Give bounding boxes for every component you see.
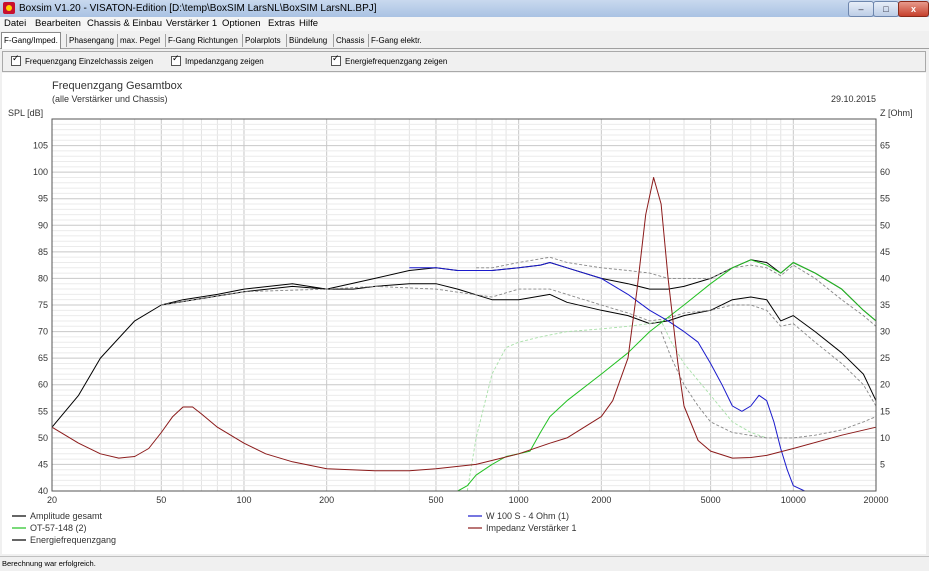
options-bar: Frequenzgang Einzelchassis zeigen Impeda… bbox=[2, 51, 926, 72]
status-text: Berechnung war erfolgreich. bbox=[2, 559, 96, 568]
legend-label: OT-57-148 (2) bbox=[30, 523, 87, 533]
close-button[interactable]: x bbox=[898, 1, 929, 17]
y-tick-label: 70 bbox=[38, 327, 48, 337]
chart-grid bbox=[51, 118, 877, 492]
x-tick-label: 20 bbox=[47, 495, 57, 505]
x-tick-label: 50 bbox=[156, 495, 166, 505]
tab-max-pegel[interactable]: max. Pegel bbox=[117, 34, 162, 47]
y-tick-label: 60 bbox=[38, 380, 48, 390]
checkbox-einzelchassis-box[interactable] bbox=[11, 54, 21, 66]
x-tick-label: 500 bbox=[428, 495, 443, 505]
checkbox-impedanzgang-label: Impedanzgang zeigen bbox=[185, 56, 264, 66]
y-tick-label: 105 bbox=[33, 141, 48, 151]
chart-subtitle: (alle Verstärker und Chassis) bbox=[52, 94, 168, 104]
x-tick-label: 2000 bbox=[591, 495, 611, 505]
x-tick-label: 100 bbox=[236, 495, 251, 505]
y-tick-label: 100 bbox=[33, 167, 48, 177]
tab-f-gang-imped[interactable]: F-Gang/Imped. bbox=[1, 32, 61, 49]
menu-optionen[interactable]: Optionen bbox=[222, 18, 261, 29]
minimize-button[interactable]: – bbox=[848, 1, 874, 17]
checkbox-impedanzgang-box[interactable] bbox=[171, 54, 181, 66]
y2-tick-label: 25 bbox=[880, 353, 890, 363]
tab-f-gang-richtungen[interactable]: F-Gang Richtungen bbox=[165, 34, 240, 47]
y2-axis-label: Z [Ohm] bbox=[880, 108, 913, 118]
tab-chassis[interactable]: Chassis bbox=[333, 34, 366, 47]
y2-tick-label: 5 bbox=[880, 459, 885, 469]
y-tick-label: 85 bbox=[38, 247, 48, 257]
title-bar: Boxsim V1.20 - VISATON-Edition [D:\temp\… bbox=[0, 0, 929, 18]
y2-tick-label: 10 bbox=[880, 433, 890, 443]
maximize-button[interactable]: □ bbox=[873, 1, 899, 17]
y2-tick-label: 20 bbox=[880, 380, 890, 390]
tab-phasengang[interactable]: Phasengang bbox=[66, 34, 116, 47]
y-tick-label: 45 bbox=[38, 459, 48, 469]
window-title: Boxsim V1.20 - VISATON-Edition [D:\temp\… bbox=[19, 3, 377, 14]
menu-datei[interactable]: Datei bbox=[4, 18, 26, 29]
x-tick-label: 1000 bbox=[509, 495, 529, 505]
menu-bar: Datei Bearbeiten Chassis & Einbau Verstä… bbox=[0, 17, 929, 31]
x-tick-label: 20000 bbox=[863, 495, 888, 505]
x-tick-label: 10000 bbox=[781, 495, 806, 505]
series-line bbox=[409, 262, 876, 492]
y2-tick-label: 45 bbox=[880, 247, 890, 257]
tab-buendelung[interactable]: Bündelung bbox=[286, 34, 329, 47]
chart-date: 29.10.2015 bbox=[831, 94, 876, 104]
x-tick-label: 200 bbox=[319, 495, 334, 505]
y2-tick-label: 15 bbox=[880, 406, 890, 416]
y2-tick-label: 50 bbox=[880, 220, 890, 230]
y-tick-label: 55 bbox=[38, 406, 48, 416]
checkbox-energiefrequenzgang[interactable]: Energiefrequenzgang zeigen bbox=[331, 54, 448, 66]
chart-title: Frequenzgang Gesamtbox bbox=[52, 80, 183, 92]
status-bar: Berechnung war erfolgreich. bbox=[0, 556, 929, 571]
chart-series bbox=[51, 177, 877, 492]
y-tick-label: 90 bbox=[38, 220, 48, 230]
chart-panel: Frequenzgang Gesamtbox (alle Verstärker … bbox=[2, 73, 926, 554]
tab-polarplots[interactable]: Polarplots bbox=[242, 34, 283, 47]
legend-label: Impedanz Verstärker 1 bbox=[486, 523, 577, 533]
legend-label: Amplitude gesamt bbox=[30, 511, 103, 521]
y2-tick-label: 60 bbox=[880, 167, 890, 177]
y-tick-label: 80 bbox=[38, 273, 48, 283]
checkbox-impedanzgang[interactable]: Impedanzgang zeigen bbox=[171, 54, 264, 66]
y-tick-label: 65 bbox=[38, 353, 48, 363]
y-axis-label: SPL [dB] bbox=[8, 108, 43, 118]
checkbox-einzelchassis[interactable]: Frequenzgang Einzelchassis zeigen bbox=[11, 54, 154, 66]
menu-verstaerker[interactable]: Verstärker 1 bbox=[166, 18, 217, 29]
y2-tick-label: 35 bbox=[880, 300, 890, 310]
frequency-response-chart: Frequenzgang Gesamtbox (alle Verstärker … bbox=[8, 80, 913, 545]
series-line bbox=[51, 259, 877, 428]
menu-hilfe[interactable]: Hilfe bbox=[299, 18, 318, 29]
checkbox-energiefrequenzgang-box[interactable] bbox=[331, 54, 341, 66]
menu-chassis-einbau[interactable]: Chassis & Einbau bbox=[87, 18, 162, 29]
tab-f-gang-elektr[interactable]: F-Gang elektr. bbox=[368, 34, 424, 47]
app-logo-icon bbox=[3, 2, 15, 14]
menu-bearbeiten[interactable]: Bearbeiten bbox=[35, 18, 81, 29]
y-tick-label: 95 bbox=[38, 194, 48, 204]
y2-tick-label: 65 bbox=[880, 141, 890, 151]
y2-tick-label: 30 bbox=[880, 327, 890, 337]
y2-tick-label: 55 bbox=[880, 194, 890, 204]
tab-bar: F-Gang/Imped. Phasengang max. Pegel F-Ga… bbox=[0, 31, 929, 49]
legend-label: Energiefrequenzgang bbox=[30, 535, 116, 545]
chart-legend: Amplitude gesamt OT-57-148 (2) Energiefreq… bbox=[12, 511, 577, 545]
menu-extras[interactable]: Extras bbox=[268, 18, 295, 29]
x-tick-label: 5000 bbox=[701, 495, 721, 505]
y-tick-label: 50 bbox=[38, 433, 48, 443]
y-tick-label: 40 bbox=[38, 486, 48, 496]
checkbox-einzelchassis-label: Frequenzgang Einzelchassis zeigen bbox=[25, 56, 154, 66]
y-tick-label: 75 bbox=[38, 300, 48, 310]
legend-label: W 100 S - 4 Ohm (1) bbox=[486, 511, 569, 521]
y2-tick-label: 40 bbox=[880, 273, 890, 283]
checkbox-energiefrequenzgang-label: Energiefrequenzgang zeigen bbox=[345, 56, 448, 66]
